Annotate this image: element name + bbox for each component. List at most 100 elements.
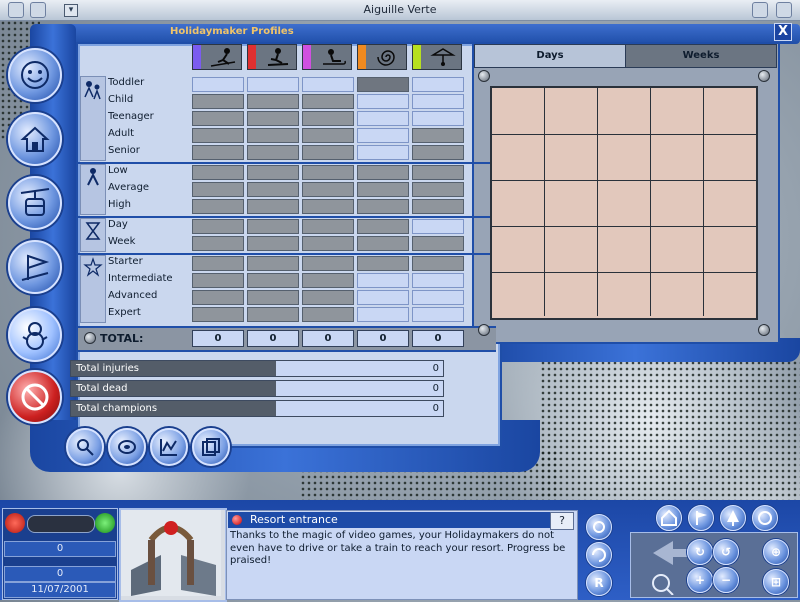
title-bar: ▾ Aiguille Verte xyxy=(0,0,800,21)
bolt-icon xyxy=(478,70,490,82)
rotate-right-button[interactable]: ↺ xyxy=(713,539,739,565)
column-color-swatch xyxy=(303,45,311,69)
group-stars-icon xyxy=(80,255,106,323)
column-color-swatch xyxy=(193,45,201,69)
profile-cell xyxy=(247,273,299,288)
snowboarder-icon xyxy=(267,48,289,66)
dialog-title: Holidaymaker Profiles xyxy=(170,26,294,37)
profile-cell xyxy=(192,256,244,271)
zoom-out-button[interactable]: − xyxy=(713,567,739,593)
view-people-button[interactable] xyxy=(752,505,778,531)
resort-entrance-icon xyxy=(121,510,221,596)
hud-rotate-button[interactable] xyxy=(586,542,612,568)
total-value: 0 xyxy=(192,330,244,347)
profile-cell xyxy=(247,145,299,160)
tool-pages-button[interactable] xyxy=(192,428,230,466)
bolt-icon xyxy=(758,324,770,336)
column-sledder[interactable] xyxy=(302,44,352,70)
tool-search-button[interactable] xyxy=(66,428,104,466)
profile-cell xyxy=(357,111,409,126)
group-wealth-icon xyxy=(80,164,106,215)
restore-button[interactable] xyxy=(30,2,46,18)
column-skier[interactable] xyxy=(192,44,242,70)
profile-cell xyxy=(302,145,354,160)
profile-cell xyxy=(247,77,299,92)
flag-button[interactable] xyxy=(8,240,62,294)
stars-icon xyxy=(83,257,103,277)
house-button[interactable] xyxy=(8,112,62,166)
stat-label: Total dead xyxy=(71,381,276,396)
skier-icon xyxy=(210,48,236,67)
minimize-button[interactable] xyxy=(8,2,24,18)
close-button[interactable]: X xyxy=(774,23,792,41)
cable-car-icon xyxy=(20,188,50,216)
stat-row: Total dead 0 xyxy=(70,380,444,397)
hourglass-icon xyxy=(85,222,101,240)
grid-line xyxy=(597,88,598,316)
stat-label: Total injuries xyxy=(71,361,276,376)
satisfaction-gauge xyxy=(27,515,95,533)
spiral-icon xyxy=(377,50,395,66)
profile-cell xyxy=(192,290,244,305)
profile-cell xyxy=(302,165,354,180)
hud-settings-button[interactable] xyxy=(586,514,612,540)
tab-weeks[interactable]: Weeks xyxy=(625,44,777,68)
total-value: 0 xyxy=(302,330,354,347)
tab-days[interactable]: Days xyxy=(474,44,626,68)
sad-face-icon xyxy=(5,513,25,533)
column-spiral[interactable] xyxy=(357,44,407,70)
view-flag-button[interactable] xyxy=(688,505,714,531)
lock-camera-button[interactable]: ⊕ xyxy=(763,539,789,565)
stat-value: 0 xyxy=(276,381,443,396)
view-tree-button[interactable] xyxy=(720,505,746,531)
holidaymaker-button[interactable] xyxy=(8,308,62,362)
cable-car-button[interactable] xyxy=(8,176,62,230)
total-value: 0 xyxy=(412,330,464,347)
hud-money: 0 xyxy=(4,566,116,582)
profile-cell xyxy=(192,219,244,234)
profile-cell xyxy=(357,236,409,251)
no-entry-icon xyxy=(21,383,49,411)
profile-cell xyxy=(302,199,354,214)
profile-cell xyxy=(412,94,464,109)
tool-money-button[interactable] xyxy=(108,428,146,466)
total-value: 0 xyxy=(247,330,299,347)
maximize-button[interactable] xyxy=(776,2,792,18)
hud-counter: 0 xyxy=(4,541,116,557)
lens-icon xyxy=(593,521,605,533)
rotate-left-button[interactable]: ↻ xyxy=(687,539,713,565)
column-hang-glider[interactable] xyxy=(412,44,462,70)
stat-row: Total injuries 0 xyxy=(70,360,444,377)
profile-cell xyxy=(247,94,299,109)
help-button[interactable]: ? xyxy=(550,512,574,530)
profile-cell xyxy=(357,307,409,322)
view-resort-button[interactable] xyxy=(656,505,682,531)
profile-cell xyxy=(412,273,464,288)
flag-icon xyxy=(696,511,707,525)
no-entry-button[interactable] xyxy=(8,370,62,424)
profile-cell xyxy=(192,111,244,126)
column-snowboarder[interactable] xyxy=(247,44,297,70)
grid-line xyxy=(492,134,756,135)
search-icon xyxy=(77,439,94,456)
profile-cell xyxy=(192,77,244,92)
zoom-in-button[interactable]: + xyxy=(687,567,713,593)
profile-cell xyxy=(302,77,354,92)
house-icon xyxy=(661,509,677,526)
red-dot-icon xyxy=(232,515,242,525)
stat-row: Total champions 0 xyxy=(70,400,444,417)
tool-graph-button[interactable] xyxy=(150,428,188,466)
center-camera-button[interactable]: ⊞ xyxy=(763,569,789,595)
group-family-icon xyxy=(80,76,106,161)
hang-glider-icon xyxy=(430,48,456,66)
profile-cell xyxy=(412,199,464,214)
smiley-button[interactable] xyxy=(8,48,62,102)
profile-cell xyxy=(357,273,409,288)
hud-reset-button[interactable]: R xyxy=(586,570,612,596)
scroll-up-button[interactable] xyxy=(752,2,768,18)
grid-line xyxy=(492,226,756,227)
column-color-swatch xyxy=(358,45,366,69)
grid-line xyxy=(492,272,756,273)
tree-icon xyxy=(727,510,739,526)
profile-cell xyxy=(247,111,299,126)
